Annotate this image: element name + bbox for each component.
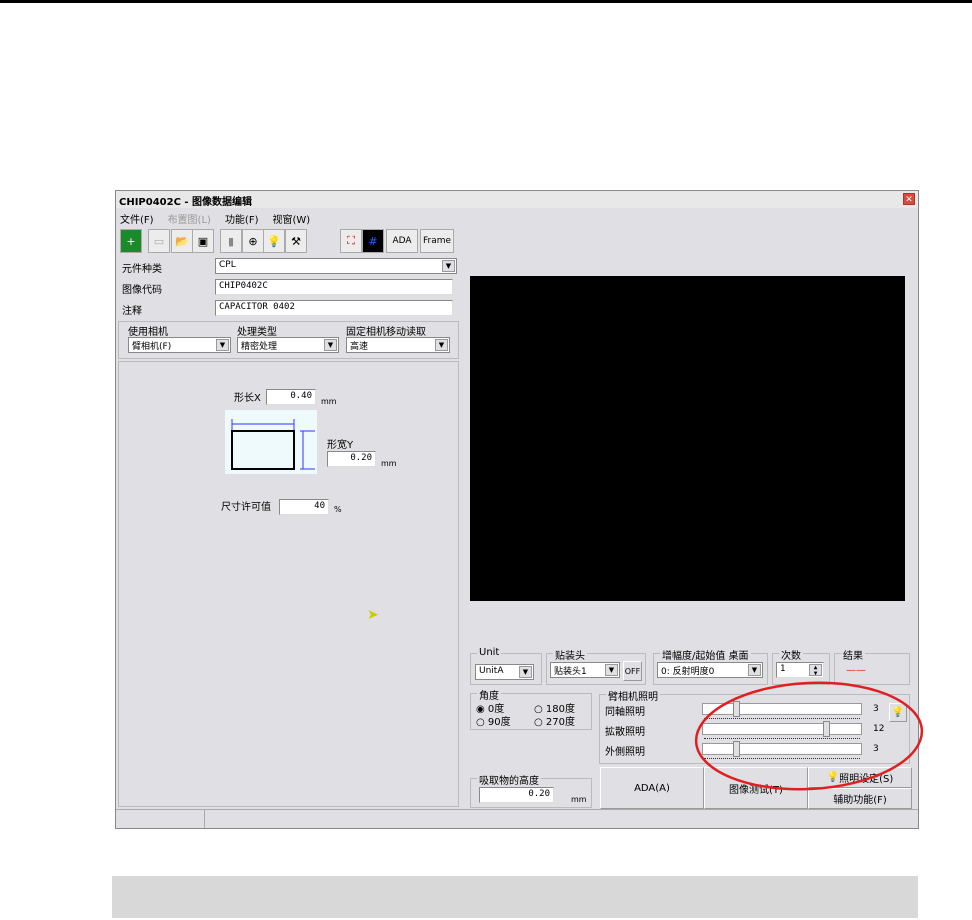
process-value: 精密处理 xyxy=(241,342,278,352)
head-value: 贴装头1 xyxy=(554,667,587,677)
menu-bar: 文件(F) 布置图(L) 功能(F) 视窗(W) xyxy=(116,209,918,226)
zoom-fit-icon[interactable]: ⛶ xyxy=(340,229,362,253)
off-button[interactable]: OFF xyxy=(623,661,642,681)
light-label: 同軸照明 xyxy=(605,707,645,718)
comment-input[interactable]: CAPACITOR 0402 xyxy=(215,300,453,316)
angle-radio-270[interactable]: ○ 270度 xyxy=(534,713,575,728)
footer-bar xyxy=(112,876,918,918)
close-button[interactable]: ✕ xyxy=(903,193,915,205)
comment-label: 注释 xyxy=(122,306,142,317)
unit-label: Unit xyxy=(477,647,502,658)
window-title: CHIP0402C - 图像数据编辑 xyxy=(119,197,253,208)
title-bar: CHIP0402C - 图像数据编辑 xyxy=(116,191,918,208)
gain-value: 0: 反射明度0 xyxy=(661,667,715,677)
camera-value: 臂相机(F) xyxy=(132,342,172,352)
frame-toggle[interactable]: Frame xyxy=(420,229,454,253)
fixed-cam-label: 固定相机移动读取 xyxy=(346,327,426,338)
count-label: 次数 xyxy=(779,647,803,662)
head-label: 贴装头 xyxy=(553,647,587,662)
fixed-cam-value: 高速 xyxy=(350,342,369,352)
chevron-down-icon[interactable]: ▼ xyxy=(442,260,455,272)
process-label: 处理类型 xyxy=(237,327,277,338)
height-input[interactable]: 0.20 xyxy=(479,787,554,803)
chevron-down-icon[interactable]: ▼ xyxy=(435,339,448,351)
component-type-label: 元件种类 xyxy=(122,264,162,275)
lighting-label: 臂相机照明 xyxy=(606,688,660,703)
component-diagram xyxy=(225,410,317,474)
menu-view[interactable]: 视窗(W) xyxy=(273,211,311,226)
component-type-value: CPL xyxy=(219,260,236,270)
status-bar xyxy=(116,809,918,828)
camera-select[interactable]: 臂相机(F) ▼ xyxy=(128,337,231,353)
chip-icon[interactable]: ▮ xyxy=(220,229,242,253)
component-type-select[interactable]: CPL ▼ xyxy=(215,258,457,274)
bulb-icon[interactable]: 💡 xyxy=(263,229,285,253)
top-rule xyxy=(0,0,972,3)
save-icon[interactable]: ▣ xyxy=(192,229,214,253)
menu-layout[interactable]: 布置图(L) xyxy=(168,211,211,226)
ada-toggle[interactable]: ADA xyxy=(386,229,418,253)
length-unit: mm xyxy=(321,397,337,406)
annotation-ellipse xyxy=(694,681,924,791)
gain-label: 增幅度/起始值 桌面 xyxy=(660,647,751,662)
menu-file[interactable]: 文件(F) xyxy=(120,211,154,226)
chevron-down-icon[interactable]: ▼ xyxy=(605,664,618,676)
open-folder-icon[interactable]: 📂 xyxy=(171,229,193,253)
crosshair-icon[interactable]: ⊕ xyxy=(242,229,264,253)
angle-radio-90[interactable]: ○ 90度 xyxy=(476,713,511,728)
length-label: 形长X xyxy=(234,393,261,404)
height-label: 吸取物的高度 xyxy=(477,772,541,787)
chevron-down-icon[interactable]: ▼ xyxy=(519,666,532,678)
light-label: 外側照明 xyxy=(605,747,645,758)
unit-value: UnitA xyxy=(479,666,504,676)
image-data-editor-window: CHIP0402C - 图像数据编辑 ✕ 文件(F) 布置图(L) 功能(F) … xyxy=(115,190,924,829)
width-input[interactable]: 0.20 xyxy=(327,451,376,467)
mouse-cursor-icon: ➤ xyxy=(367,607,379,623)
tolerance-unit: % xyxy=(334,505,342,514)
menu-function[interactable]: 功能(F) xyxy=(225,211,259,226)
head-select[interactable]: 贴装头1 ▼ xyxy=(550,662,620,678)
height-unit: mm xyxy=(571,795,587,804)
camera-view xyxy=(470,276,905,601)
status-divider xyxy=(204,810,205,828)
angle-270-label: 270度 xyxy=(545,717,575,728)
count-value: 1 xyxy=(780,664,786,674)
spinner-arrows-icon[interactable]: ▲ ▼ xyxy=(809,664,822,677)
count-spinner[interactable]: 1 ▲ ▼ xyxy=(776,662,824,678)
width-label: 形宽Y xyxy=(327,440,354,451)
add-icon[interactable]: + xyxy=(120,229,142,253)
place-icon[interactable]: ▭ xyxy=(148,229,170,253)
length-input[interactable]: 0.40 xyxy=(266,389,316,405)
ada-button[interactable]: ADA(A) xyxy=(600,767,704,809)
camera-label: 使用相机 xyxy=(128,327,168,338)
chevron-down-icon[interactable]: ▼ xyxy=(324,339,337,351)
image-code-input[interactable]: CHIP0402C xyxy=(215,279,453,295)
chevron-down-icon[interactable]: ▼ xyxy=(748,664,761,676)
tolerance-input[interactable]: 40 xyxy=(279,499,329,515)
chevron-down-icon[interactable]: ▼ xyxy=(216,339,229,351)
tolerance-label: 尺寸许可值 xyxy=(221,502,271,513)
light-label: 拡散照明 xyxy=(605,727,645,738)
image-code-label: 图像代码 xyxy=(122,285,162,296)
process-select[interactable]: 精密处理 ▼ xyxy=(237,337,339,353)
aux-function-button[interactable]: 辅助功能(F) xyxy=(808,788,912,809)
grid-icon[interactable]: # xyxy=(362,229,384,253)
gain-select[interactable]: 0: 反射明度0 ▼ xyxy=(657,662,763,678)
tool-icon[interactable]: ⚒ xyxy=(285,229,307,253)
width-unit: mm xyxy=(381,459,397,468)
result-label: 结果 xyxy=(841,647,865,662)
fixed-cam-select[interactable]: 高速 ▼ xyxy=(346,337,450,353)
result-value: —— xyxy=(846,665,866,676)
unit-select[interactable]: UnitA ▼ xyxy=(475,664,534,680)
angle-90-label: 90度 xyxy=(487,717,511,728)
